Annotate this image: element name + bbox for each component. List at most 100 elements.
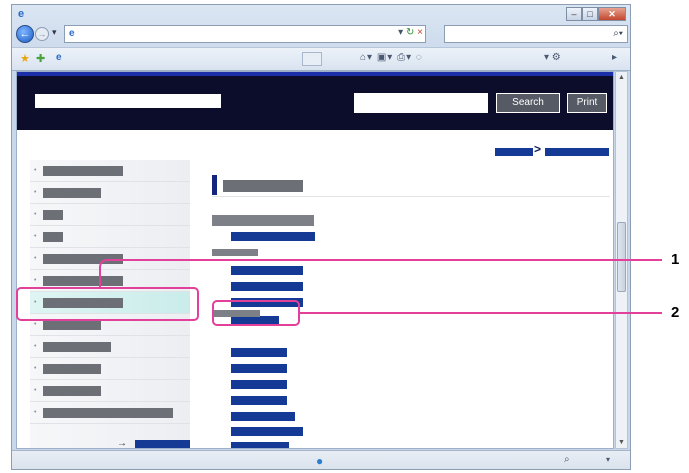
sidebar-item-label	[43, 342, 111, 352]
sidebar-item[interactable]: •	[30, 226, 190, 248]
forward-button[interactable]: →	[35, 27, 49, 41]
site-search-button[interactable]: Search	[496, 93, 560, 113]
content-link[interactable]	[231, 348, 287, 357]
sidebar-item-label	[43, 386, 101, 396]
bullet-icon: •	[34, 233, 37, 240]
page-icon: e	[69, 28, 75, 39]
add-favorite-icon[interactable]: ✚	[36, 52, 45, 65]
scroll-up-icon[interactable]: ▲	[618, 74, 625, 81]
feeds-icon[interactable]: ▣▾	[377, 52, 393, 63]
divider	[212, 196, 610, 197]
address-tools: ▾ ↻ ×	[398, 27, 423, 38]
title-accent	[212, 175, 217, 195]
minimize-button[interactable]: –	[566, 7, 582, 21]
address-dropdown-icon[interactable]: ▾	[398, 27, 403, 38]
sidebar-item-label	[43, 254, 123, 264]
content-link[interactable]	[231, 266, 303, 275]
content-link[interactable]	[231, 282, 303, 291]
sidebar-item-label	[43, 408, 173, 418]
new-tab-button[interactable]	[302, 52, 322, 66]
bullet-icon: •	[34, 387, 37, 394]
tools-icon[interactable]: ▾ ⚙	[544, 52, 561, 63]
sidebar-item-label	[43, 276, 123, 286]
sidebar-item[interactable]: •	[30, 160, 190, 182]
callout-number-2: 2	[671, 304, 680, 321]
bullet-icon: •	[34, 343, 37, 350]
address-bar[interactable]: e ▾ ↻ ×	[64, 25, 426, 43]
vertical-scrollbar[interactable]: ▲ ▼	[615, 71, 628, 449]
sidebar-item-label	[43, 188, 101, 198]
sidebar-item[interactable]: •	[30, 402, 190, 424]
tab-page-icon[interactable]: e	[56, 52, 62, 63]
callout-highlight-1	[16, 287, 199, 321]
site-print-button[interactable]: Print	[567, 93, 607, 113]
refresh-icon[interactable]: ↻	[406, 27, 414, 38]
scrollbar-thumb[interactable]	[617, 222, 626, 292]
section-heading	[212, 215, 314, 226]
stop-icon[interactable]: ×	[417, 27, 423, 38]
sidebar-item[interactable]: •	[30, 182, 190, 204]
content-link[interactable]	[231, 380, 287, 389]
sidebar-item-label	[43, 210, 63, 220]
sidebar-item-label	[43, 232, 63, 242]
sidebar-item[interactable]: •	[30, 248, 190, 270]
content-link[interactable]	[231, 427, 303, 436]
scroll-down-icon[interactable]: ▼	[618, 439, 625, 446]
sidebar-item[interactable]: •	[30, 336, 190, 358]
page-menu-icon[interactable]: ◌	[416, 52, 423, 63]
search-icon[interactable]: ⌕▾	[613, 28, 623, 39]
window-controls: – □ ✕	[566, 7, 626, 21]
bullet-icon: •	[34, 409, 37, 416]
section-heading	[212, 249, 258, 256]
command-bar: ⌂▾ ▣▾ ⎙▾ ◌	[360, 52, 423, 63]
bullet-icon: •	[34, 277, 37, 284]
more-commands-icon[interactable]: ▸	[612, 52, 617, 63]
bullet-icon: •	[34, 189, 37, 196]
close-button[interactable]: ✕	[598, 7, 626, 21]
zoom-dropdown[interactable]: ▾	[606, 455, 610, 464]
web-page: Search Print > • • • • • • • • • • • • →	[16, 71, 614, 449]
zoom-icon[interactable]: ⌕	[564, 454, 570, 465]
sidebar-item-label	[43, 364, 101, 374]
browser-window: e – □ ✕ ← → ▾ e ▾ ↻ × ⌕▾ ★ ✚ e ⌂▾ ▣▾ ⎙▾ …	[11, 4, 631, 470]
print-icon[interactable]: ⎙▾	[397, 52, 412, 63]
globe-icon: ●	[316, 454, 324, 468]
bullet-icon: •	[34, 167, 37, 174]
arrow-right-icon: →	[117, 438, 127, 449]
sidebar-item-label	[43, 320, 101, 330]
content-link[interactable]	[231, 396, 287, 405]
bullet-icon: •	[34, 255, 37, 262]
forward-icon: →	[37, 29, 47, 39]
callout-highlight-2	[212, 300, 300, 326]
site-header: Search Print	[17, 72, 613, 130]
bullet-icon: •	[34, 321, 37, 328]
sidebar-next-link[interactable]	[135, 440, 190, 448]
content-link[interactable]	[231, 442, 289, 448]
home-icon[interactable]: ⌂▾	[360, 52, 373, 63]
site-search-input[interactable]	[354, 93, 488, 113]
recent-pages-dropdown[interactable]: ▾	[52, 27, 57, 38]
sidebar-item[interactable]: •	[30, 358, 190, 380]
ie-logo-icon: e	[18, 8, 25, 20]
bullet-icon: •	[34, 365, 37, 372]
back-icon: ←	[19, 28, 31, 40]
callout-number-1: 1	[671, 251, 680, 268]
breadcrumb-link[interactable]	[495, 148, 533, 156]
favorites-bar: ★ ✚ e ⌂▾ ▣▾ ⎙▾ ◌ ▾ ⚙ ▸	[12, 47, 630, 71]
status-bar: ● ⌕ ▾	[12, 450, 630, 469]
favorites-star-icon[interactable]: ★	[20, 52, 30, 65]
sidebar-item[interactable]: •	[30, 380, 190, 402]
maximize-button[interactable]: □	[582, 7, 598, 21]
breadcrumb-separator: >	[534, 142, 542, 156]
browser-search-box[interactable]: ⌕▾	[444, 25, 628, 43]
bullet-icon: •	[34, 211, 37, 218]
sidebar-item[interactable]: •	[30, 204, 190, 226]
breadcrumb-current[interactable]	[545, 148, 609, 156]
content-link[interactable]	[231, 232, 315, 241]
sidebar-item-label	[43, 166, 123, 176]
content-link[interactable]	[231, 364, 287, 373]
site-title	[35, 94, 221, 108]
content-link[interactable]	[231, 412, 295, 421]
page-title	[223, 180, 303, 192]
back-button[interactable]: ←	[16, 25, 34, 43]
